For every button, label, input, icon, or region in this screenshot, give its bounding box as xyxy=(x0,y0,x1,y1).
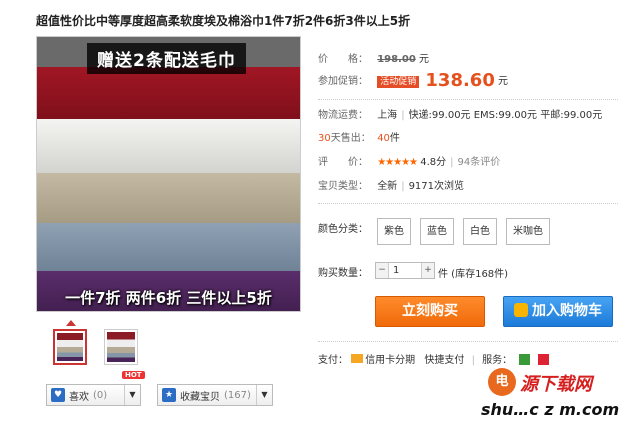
credit-card-icon xyxy=(351,354,364,363)
divider xyxy=(318,341,618,342)
quantity-input[interactable]: 1 xyxy=(388,263,422,278)
image-banner-bottom: 一件7折 两件6折 三件以上5折 xyxy=(65,289,272,307)
watermark-logo: 电 xyxy=(488,368,516,396)
towel-beige xyxy=(37,173,300,229)
color-option-beige[interactable]: 米咖色 xyxy=(506,218,550,245)
quantity-stepper[interactable]: − 1 + xyxy=(375,262,435,279)
divider xyxy=(318,203,618,204)
product-main-image[interactable]: 赠送2条配送毛巾 一件7折 两件6折 三件以上5折 xyxy=(36,36,301,312)
sales-count: 40 xyxy=(377,133,390,144)
price-row: 价 格： 198.00 元 xyxy=(318,54,429,65)
color-option-white[interactable]: 白色 xyxy=(463,218,497,245)
original-price: 198.00 xyxy=(377,54,416,65)
favorite-label: 收藏宝贝 xyxy=(180,391,220,403)
payment-row: 支付： 信用卡分期 快捷支付 | 服务： xyxy=(318,351,549,366)
color-option-purple[interactable]: 紫色 xyxy=(377,218,411,245)
thumbnail-1[interactable] xyxy=(53,329,87,365)
credit-installment-link[interactable]: 信用卡分期 xyxy=(365,355,415,366)
sales-row: 30天售出： 40件 xyxy=(318,133,400,144)
watermark-text: 源下载网 xyxy=(520,374,592,395)
towel-blue xyxy=(37,223,300,277)
promo-price: 138.60 xyxy=(425,70,495,91)
shipping-row: 物流运费： 上海 | 快递:99.00元 EMS:99.00元 平邮:99.00元 xyxy=(318,110,603,121)
quantity-label: 购买数量： xyxy=(318,268,368,279)
guarantee-icon xyxy=(537,354,549,365)
seven-day-return-icon xyxy=(519,354,531,365)
like-button[interactable]: ♥ 喜欢 (0) ▼ xyxy=(46,384,141,406)
service-label: 服务： xyxy=(482,355,513,366)
product-title: 超值性价比中等厚度超高柔软度埃及棉浴巾1件7折2件6折3件以上5折 xyxy=(36,14,411,28)
add-to-cart-button[interactable]: 加入购物车 xyxy=(503,296,613,327)
rating-score: 4.8分 xyxy=(420,157,447,168)
rating-row: 评 价： ★★★★★ 4.8分 | 94条评价 xyxy=(318,157,501,168)
thumbnail-2[interactable] xyxy=(104,329,138,365)
like-count: (0) xyxy=(93,389,108,401)
promo-badge: 活动促销 xyxy=(377,76,420,88)
image-banner-top: 赠送2条配送毛巾 xyxy=(87,43,246,74)
buy-now-button[interactable]: 立刻购买 xyxy=(375,296,485,327)
review-count-link[interactable]: 94条评价 xyxy=(457,157,500,168)
condition-value: 全新 xyxy=(377,181,398,192)
like-label: 喜欢 xyxy=(69,391,89,403)
favorite-button[interactable]: ★ 收藏宝贝 (167) ▼ xyxy=(157,384,273,406)
favorite-icon: ★ xyxy=(162,388,176,402)
favorite-dropdown-icon[interactable]: ▼ xyxy=(256,385,272,405)
shipping-detail: 快递:99.00元 EMS:99.00元 平邮:99.00元 xyxy=(408,110,603,121)
watermark-url: shu…c z m.com xyxy=(481,400,620,419)
add-to-cart-label: 加入购物车 xyxy=(532,303,602,319)
like-dropdown-icon[interactable]: ▼ xyxy=(124,385,140,405)
quick-pay-link[interactable]: 快捷支付 xyxy=(424,355,464,366)
stock-text: 件 (库存168件) xyxy=(438,269,509,280)
thumb-pointer-icon xyxy=(66,320,76,326)
promo-row: 参加促销： 活动促销 138.60 元 xyxy=(318,70,509,91)
color-option-blue[interactable]: 蓝色 xyxy=(420,218,454,245)
heart-icon: ♥ xyxy=(51,388,65,402)
towel-red xyxy=(37,67,300,127)
view-count: 9171次浏览 xyxy=(408,181,465,192)
favorite-count: (167) xyxy=(224,389,251,401)
condition-row: 宝贝类型： 全新 | 9171次浏览 xyxy=(318,181,465,192)
decrease-icon[interactable]: − xyxy=(376,263,388,278)
shipping-origin: 上海 xyxy=(377,110,398,121)
rating-stars-icon: ★★★★★ xyxy=(377,157,418,168)
hot-badge: HOT xyxy=(122,371,145,379)
color-label: 颜色分类： xyxy=(318,224,368,235)
increase-icon[interactable]: + xyxy=(422,263,434,278)
divider xyxy=(318,99,618,100)
towel-white xyxy=(37,119,300,179)
cart-icon xyxy=(514,303,528,317)
